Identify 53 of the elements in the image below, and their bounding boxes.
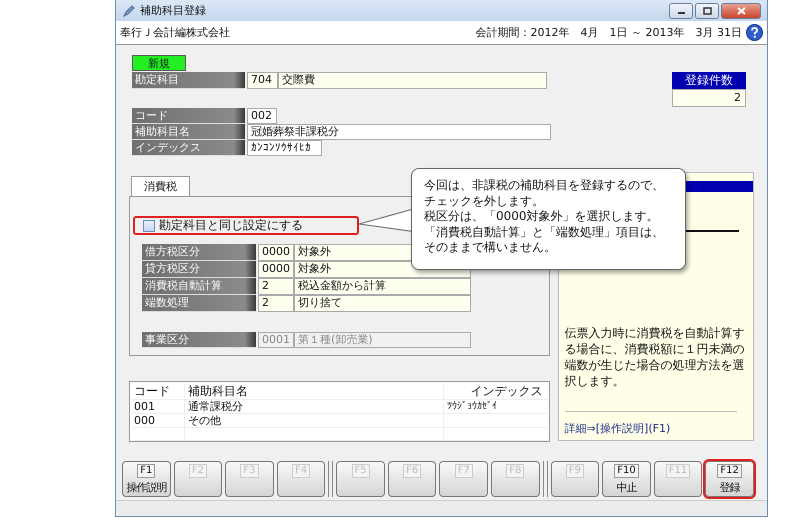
field-label: 消費税自動計算	[142, 278, 256, 295]
account-code-field[interactable]: 704	[247, 72, 278, 89]
callout-text: 今回は、非課税の補助科目を登録するので、	[424, 178, 664, 194]
column-header: インデックス	[470, 384, 544, 399]
close-button[interactable]	[721, 2, 761, 18]
column-header: 補助科目名	[185, 384, 444, 399]
description-text: 伝票入力時に消費税を自動計算する場合に、消費税額に１円未満の端数が生じた場合の処理方法を選択します。	[564, 325, 746, 389]
company-name: 奉行Ｊ会計編株式会社	[120, 25, 230, 40]
maximize-button[interactable]	[695, 2, 719, 18]
table-cell: その他	[185, 414, 444, 427]
table-cell: 000	[132, 414, 185, 427]
code-field[interactable]: 2	[258, 278, 294, 295]
table-cell-text: ﾂｳｼﾞｮｳｶｾﾞｲ	[446, 400, 498, 413]
table-cell: 通常課税分	[185, 400, 444, 413]
field-label: 借方税区分	[142, 244, 256, 261]
checkbox-label: 勘定科目と同じ設定にする	[159, 217, 303, 234]
pen-icon	[122, 4, 136, 18]
checkbox[interactable]	[143, 220, 155, 232]
maximize-icon	[702, 6, 712, 14]
function-key[interactable]: F12 登録	[705, 461, 754, 497]
callout-text: 「消費税自動計算」と「端数処理」項目は、	[424, 224, 664, 240]
fiscal-period: 会計期間：2012年 4月 1日 ～ 2013年 3月 31日	[476, 25, 742, 40]
code-field[interactable]: 0000	[258, 261, 294, 278]
field-label: 貸方税区分	[142, 261, 256, 278]
code-field[interactable]: 0000	[258, 244, 294, 261]
callout-text: チェックを外します。	[424, 194, 544, 209]
input-field[interactable]: 002	[247, 108, 277, 124]
mode-badge: 新規	[132, 55, 186, 71]
account-name-field[interactable]: 交際費	[278, 72, 547, 89]
close-icon	[736, 6, 746, 14]
callout-text: 税区分は、「0000対象外」を選択します。	[424, 209, 659, 224]
name-field[interactable]: 税込金額から計算	[294, 278, 471, 295]
count-value: 2	[672, 89, 746, 107]
field-label: インデックス	[132, 140, 245, 156]
window-title: 補助科目登録	[140, 3, 206, 18]
input-field[interactable]: ｶﾝｺﾝｿｳｻｲﾋｶ	[247, 140, 322, 156]
function-key[interactable]: F10 中止	[602, 461, 651, 497]
input-field[interactable]: 冠婚葬祭非課税分	[247, 124, 551, 140]
code-field[interactable]: 2	[258, 295, 294, 312]
field-label: 端数処理	[142, 295, 256, 312]
tab[interactable]: 消費税	[131, 176, 190, 196]
field-label: 勘定科目	[132, 72, 245, 89]
table-cell: 001	[132, 400, 185, 413]
function-key[interactable]: F1 操作説明	[122, 461, 171, 497]
field-label: コード	[132, 108, 245, 124]
column-header: コード	[132, 384, 185, 399]
field-label: 補助科目名	[132, 124, 245, 140]
name-field[interactable]: 切り捨て	[294, 295, 471, 312]
field-label: 事業区分	[142, 332, 256, 348]
count-header: 登録件数	[672, 72, 746, 89]
help-icon[interactable]	[746, 24, 763, 41]
minimize-button[interactable]	[669, 2, 693, 18]
help-link[interactable]: 詳細⇒[操作説明](F1)	[564, 421, 670, 436]
